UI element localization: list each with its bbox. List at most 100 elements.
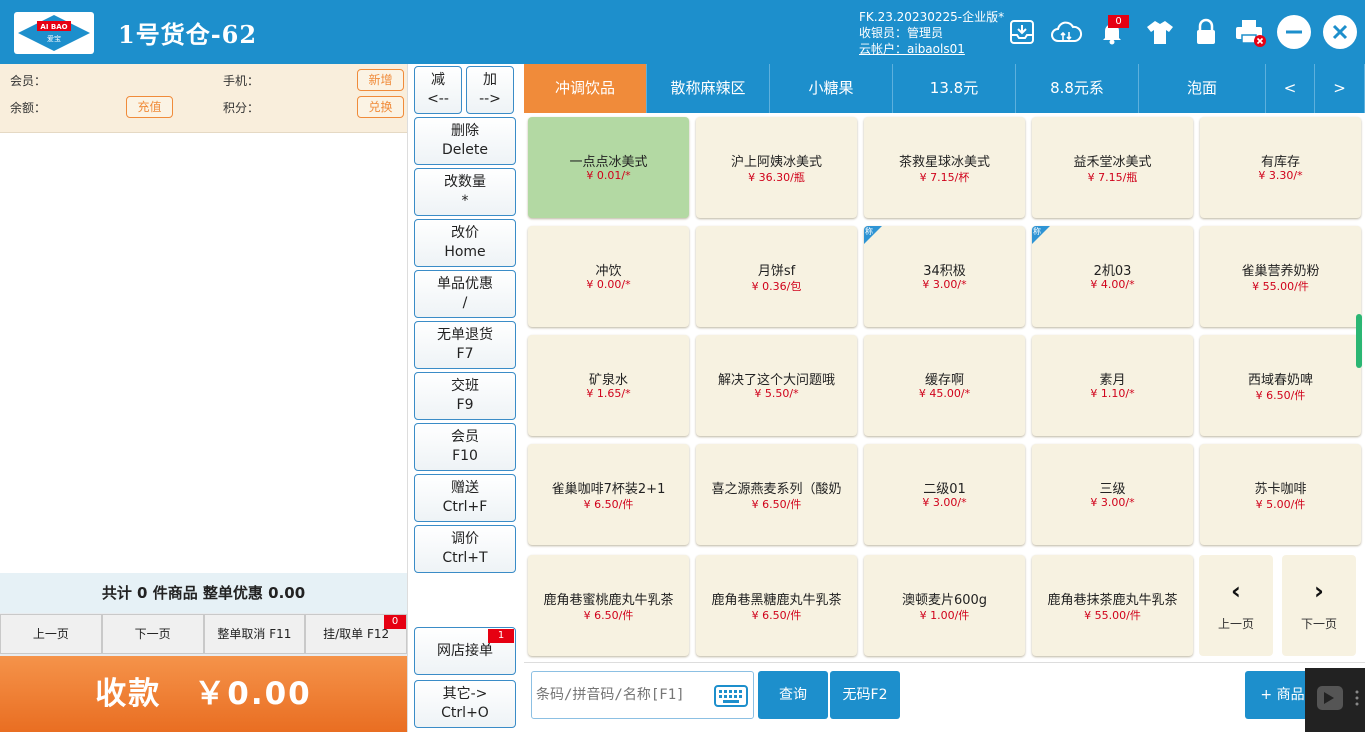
product-name: 雀巢咖啡7杯装2+1 xyxy=(551,482,666,497)
add-member-button[interactable]: 新增 xyxy=(357,69,404,91)
product-card[interactable]: 鹿角巷黑糖鹿丸牛乳茶 ¥ 6.50/件 xyxy=(696,555,857,656)
overlay-widget[interactable] xyxy=(1305,668,1365,732)
product-card[interactable]: 缓存啊 ¥ 45.00/* xyxy=(864,335,1025,436)
product-card[interactable]: 喜之源燕麦系列（酸奶 ¥ 6.50/件 xyxy=(696,444,857,545)
product-card[interactable]: 有库存 ¥ 3.30/* xyxy=(1200,117,1361,218)
product-card[interactable]: 素月 ¥ 1.10/* xyxy=(1032,335,1193,436)
product-name: 素月 xyxy=(1099,373,1126,388)
cart-prev-page-button[interactable]: 上一页 xyxy=(0,614,102,654)
product-card[interactable]: 鹿角巷抹茶鹿丸牛乳茶 ¥ 55.00/件 xyxy=(1032,555,1193,656)
online-orders-button[interactable]: 网店接单 1 xyxy=(414,627,516,675)
gift-button[interactable]: 赠送 Ctrl+F xyxy=(414,474,516,522)
grid-prev-page-button[interactable]: ‹ 上一页 xyxy=(1199,555,1273,656)
tab-scroll-left-button[interactable]: < xyxy=(1266,64,1315,113)
hold-count-badge: 0 xyxy=(384,615,406,629)
change-price-button[interactable]: 改价 Home xyxy=(414,219,516,267)
product-name: 雀巢营养奶粉 xyxy=(1241,264,1320,279)
product-name: 二级01 xyxy=(923,482,966,497)
media-icon xyxy=(1317,686,1359,710)
shirt-icon[interactable] xyxy=(1142,14,1178,50)
printer-error-icon[interactable] xyxy=(1232,14,1268,50)
minimize-icon[interactable] xyxy=(1276,14,1312,50)
product-name: 鹿角巷黑糖鹿丸牛乳茶 xyxy=(711,593,842,608)
lock-icon[interactable] xyxy=(1188,14,1224,50)
product-name: 西域春奶啤 xyxy=(1247,373,1313,388)
hold-order-button[interactable]: 挂/取单 F12 0 xyxy=(305,614,407,654)
gift-key: Ctrl+F xyxy=(442,499,488,515)
checkout-button[interactable]: 收款 ￥0.00 xyxy=(0,656,407,732)
cart-next-page-button[interactable]: 下一页 xyxy=(101,614,204,654)
member-button[interactable]: 会员 F10 xyxy=(414,423,516,471)
keyboard-icon[interactable] xyxy=(714,685,748,711)
change-price-key: Home xyxy=(444,244,486,260)
grid-next-page-button[interactable]: › 下一页 xyxy=(1282,555,1356,656)
product-card[interactable]: 鹿角巷蜜桃鹿丸牛乳茶 ¥ 6.50/件 xyxy=(528,555,689,656)
recharge-button[interactable]: 充值 xyxy=(126,96,173,118)
redeem-button[interactable]: 兑换 xyxy=(357,96,404,118)
item-discount-button[interactable]: 单品优惠 / xyxy=(414,270,516,318)
chevron-right-icon: › xyxy=(1314,577,1324,605)
product-card[interactable]: 称 34积极 ¥ 3.00/* xyxy=(864,226,1025,327)
category-tab[interactable]: 8.8元系 xyxy=(1016,64,1139,113)
product-card[interactable]: 苏卡咖啡 ¥ 5.00/件 xyxy=(1200,444,1361,545)
cancel-order-button[interactable]: 整单取消 F11 xyxy=(203,614,306,654)
product-name: 2机03 xyxy=(1093,264,1132,279)
product-card[interactable]: 解决了这个大问题哦 ¥ 5.50/* xyxy=(696,335,857,436)
inbox-icon[interactable] xyxy=(1004,14,1040,50)
product-price: ¥ 7.15/瓶 xyxy=(1087,171,1138,184)
delete-button[interactable]: 删除 Delete xyxy=(414,117,516,165)
app-header: AI BAO 爱宝 1号货仓-62 FK.23.20230225-企业版* 收银… xyxy=(0,0,1365,64)
category-tab[interactable]: 散称麻辣区 xyxy=(647,64,770,113)
product-card[interactable]: 益禾堂冰美式 ¥ 7.15/瓶 xyxy=(1032,117,1193,218)
category-tab[interactable]: 13.8元 xyxy=(893,64,1016,113)
product-price: ¥ 55.00/件 xyxy=(1084,609,1141,622)
product-price: ¥ 1.65/* xyxy=(586,387,631,400)
product-card[interactable]: 沪上阿姨冰美式 ¥ 36.30/瓶 xyxy=(696,117,857,218)
online-orders-badge: 1 xyxy=(488,629,514,643)
change-quantity-button[interactable]: 改数量 * xyxy=(414,168,516,216)
category-tab[interactable]: 冲调饮品 xyxy=(524,64,647,113)
product-card[interactable]: 称 2机03 ¥ 4.00/* xyxy=(1032,226,1193,327)
grid-scrollbar[interactable] xyxy=(1356,314,1362,368)
return-without-receipt-button[interactable]: 无单退货 F7 xyxy=(414,321,516,369)
price-adjust-button[interactable]: 调价 Ctrl+T xyxy=(414,525,516,573)
more-functions-button[interactable]: 其它-> Ctrl+O xyxy=(414,680,516,728)
product-price: ¥ 3.00/* xyxy=(922,278,967,291)
store-title: 1号货仓-62 xyxy=(118,20,258,49)
product-card[interactable]: 一点点冰美式 ¥ 0.01/* xyxy=(528,117,689,218)
weighed-tag-label: 称 xyxy=(865,227,873,236)
tab-scroll-right-button[interactable]: > xyxy=(1315,64,1365,113)
cloud-sync-icon[interactable] xyxy=(1048,14,1084,50)
shift-handover-label: 交班 xyxy=(451,378,479,394)
product-card[interactable]: 月饼sf ¥ 0.36/包 xyxy=(696,226,857,327)
cart-pager: 上一页 下一页 整单取消 F11 挂/取单 F12 0 xyxy=(0,614,407,654)
grid-prev-page-label: 上一页 xyxy=(1217,617,1254,631)
delete-key: Delete xyxy=(442,142,488,158)
product-price: ¥ 6.50/件 xyxy=(751,498,802,511)
category-tab[interactable]: 泡面 xyxy=(1139,64,1266,113)
close-icon[interactable] xyxy=(1322,14,1358,50)
product-name: 有库存 xyxy=(1260,155,1300,170)
product-card[interactable]: 雀巢咖啡7杯装2+1 ¥ 6.50/件 xyxy=(528,444,689,545)
item-discount-label: 单品优惠 xyxy=(437,276,493,292)
product-card[interactable]: 西域春奶啤 ¥ 6.50/件 xyxy=(1200,335,1361,436)
product-card[interactable]: 矿泉水 ¥ 1.65/* xyxy=(528,335,689,436)
product-card[interactable]: 二级01 ¥ 3.00/* xyxy=(864,444,1025,545)
shift-handover-button[interactable]: 交班 F9 xyxy=(414,372,516,420)
product-search-input[interactable] xyxy=(536,684,712,706)
session-info: FK.23.20230225-企业版* 收银员：管理员 云帐户：aibaols0… xyxy=(859,9,1004,57)
cloud-account-link[interactable]: 云帐户：aibaols01 xyxy=(859,41,1004,57)
decrease-button[interactable]: 减 <-- xyxy=(414,66,462,114)
category-tab[interactable]: 小糖果 xyxy=(770,64,893,113)
product-grid: ‹ 上一页 › 下一页 一点点冰美式 ¥ 0.01/* 沪上阿姨冰美式 ¥ 36.30… xyxy=(524,113,1365,662)
product-card[interactable]: 茶救星球冰美式 ¥ 7.15/杯 xyxy=(864,117,1025,218)
cart-list[interactable] xyxy=(0,133,407,573)
product-card[interactable]: 三级 ¥ 3.00/* xyxy=(1032,444,1193,545)
product-card[interactable]: 雀巢营养奶粉 ¥ 55.00/件 xyxy=(1200,226,1361,327)
no-barcode-button[interactable]: 无码F2 xyxy=(830,671,900,719)
weighed-tag: 称 xyxy=(1032,226,1050,244)
product-card[interactable]: 冲饮 ¥ 0.00/* xyxy=(528,226,689,327)
query-button[interactable]: 查询 xyxy=(758,671,828,719)
increase-button[interactable]: 加 --> xyxy=(466,66,514,114)
product-card[interactable]: 澳顿麦片600g ¥ 1.00/件 xyxy=(864,555,1025,656)
